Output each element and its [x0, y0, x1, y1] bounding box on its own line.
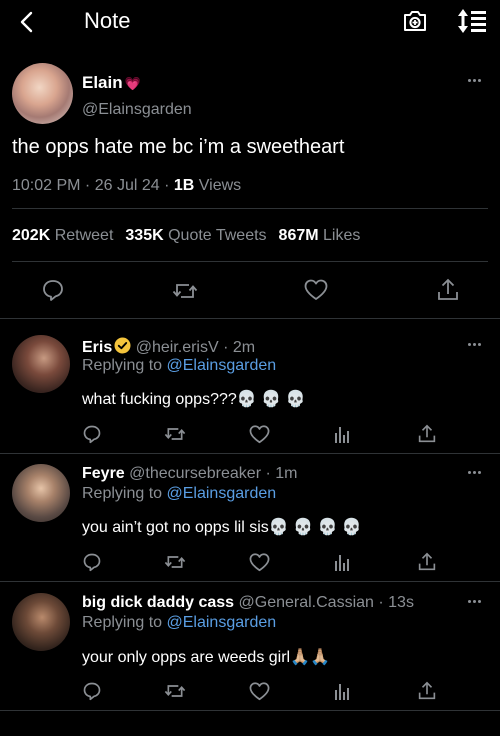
- reply-author[interactable]: Feyre @thecursebreaker · 1m: [82, 465, 297, 483]
- divider: [12, 208, 488, 209]
- replying-to: Replying to @Elainsgarden: [82, 485, 277, 502]
- share-icon[interactable]: [418, 681, 436, 701]
- reply-avatar[interactable]: [12, 464, 70, 522]
- quotes-stat[interactable]: 335K Quote Tweets: [125, 227, 266, 244]
- reply-icon[interactable]: [82, 552, 102, 572]
- retweet-icon[interactable]: [164, 681, 186, 701]
- retweet-icon[interactable]: [172, 279, 198, 303]
- reply-icon[interactable]: [82, 424, 102, 444]
- top-bar: Note: [0, 0, 500, 44]
- camera-add-icon[interactable]: [402, 9, 428, 33]
- analytics-icon[interactable]: [334, 425, 350, 443]
- views-count: 1B: [173, 177, 195, 194]
- more-options-icon[interactable]: [468, 600, 486, 606]
- mention-link[interactable]: @Elainsgarden: [167, 614, 277, 631]
- divider: [0, 453, 500, 454]
- back-arrow-icon[interactable]: [14, 8, 42, 36]
- analytics-icon[interactable]: [334, 682, 350, 700]
- mention-link[interactable]: @Elainsgarden: [167, 357, 277, 374]
- tweet-time: 10:02 PM: [12, 177, 81, 194]
- replying-to: Replying to @Elainsgarden: [82, 357, 277, 374]
- reply-avatar[interactable]: [12, 335, 70, 393]
- retweet-icon[interactable]: [164, 552, 186, 572]
- reply-icon[interactable]: [41, 278, 65, 302]
- like-icon[interactable]: [304, 279, 328, 301]
- mention-link[interactable]: @Elainsgarden: [167, 485, 277, 502]
- reply-text: your only opps are weeds girl🙏🏼🙏🏼: [82, 649, 330, 666]
- author-avatar[interactable]: [12, 63, 73, 124]
- analytics-icon[interactable]: [334, 553, 350, 571]
- more-options-icon[interactable]: [468, 343, 486, 349]
- like-icon[interactable]: [249, 425, 270, 444]
- more-options-icon[interactable]: [468, 79, 486, 85]
- verified-badge-icon: [114, 337, 131, 354]
- like-icon[interactable]: [249, 682, 270, 701]
- tweet-date: 26 Jul 24: [94, 177, 160, 194]
- reply-author[interactable]: Eris @heir.erisV · 2m: [82, 337, 255, 357]
- author-name[interactable]: Elain 💗: [82, 73, 141, 93]
- reply-icon[interactable]: [82, 681, 102, 701]
- reply-author[interactable]: big dick daddy cass @General.Cassian · 1…: [82, 594, 414, 612]
- replying-to: Replying to @Elainsgarden: [82, 614, 277, 631]
- tweet-meta: 10:02 PM · 26 Jul 24 · 1B Views: [12, 177, 242, 194]
- engagement-stats: 202K Retweet 335K Quote Tweets 867M Likes: [12, 227, 360, 245]
- share-icon[interactable]: [418, 552, 436, 572]
- tweet-text: the opps hate me bc i’m a sweetheart: [12, 136, 345, 158]
- views-label: Views: [198, 177, 242, 194]
- more-options-icon[interactable]: [468, 471, 486, 477]
- like-icon[interactable]: [249, 553, 270, 572]
- author-handle[interactable]: @Elainsgarden: [82, 101, 192, 119]
- reply-text: you ain’t got no opps lil sis💀 💀 💀 💀: [82, 519, 362, 536]
- page-title: Note: [84, 8, 131, 33]
- heart-emoji: 💗: [124, 76, 141, 91]
- divider: [12, 261, 488, 262]
- share-icon[interactable]: [437, 278, 459, 302]
- reply-text: what fucking opps???💀 💀 💀: [82, 391, 306, 408]
- share-icon[interactable]: [418, 424, 436, 444]
- divider: [0, 581, 500, 582]
- divider: [0, 710, 500, 711]
- divider: [0, 318, 500, 319]
- reply-avatar[interactable]: [12, 593, 70, 651]
- likes-stat[interactable]: 867M Likes: [279, 227, 361, 244]
- sort-icon[interactable]: [456, 8, 488, 34]
- retweets-stat[interactable]: 202K Retweet: [12, 227, 113, 244]
- retweet-icon[interactable]: [164, 424, 186, 444]
